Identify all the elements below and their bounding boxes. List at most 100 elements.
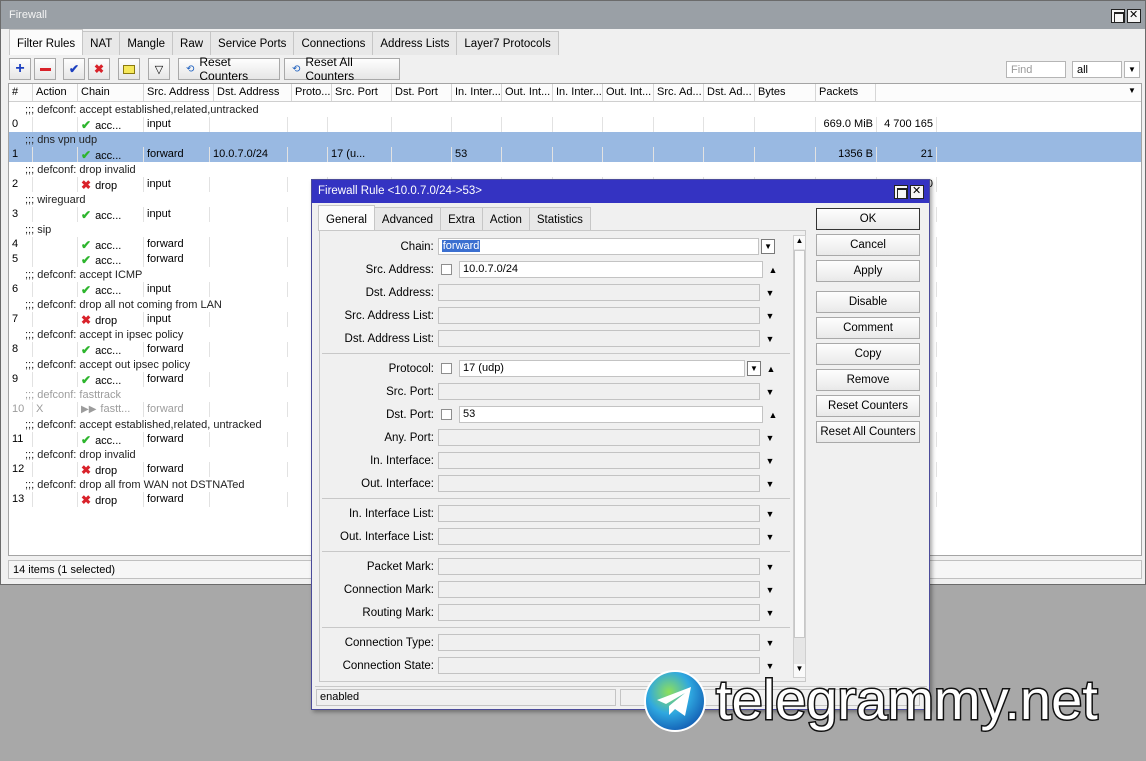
tab-layer7-protocols[interactable]: Layer7 Protocols (456, 31, 559, 55)
column-header[interactable]: Src. Ad... (654, 84, 704, 101)
expand-arrow-icon[interactable]: ▼ (765, 456, 775, 466)
filter-select[interactable]: all (1072, 61, 1122, 78)
close-icon[interactable] (910, 184, 924, 199)
expand-arrow-icon[interactable]: ▼ (765, 509, 775, 519)
dropdown-icon[interactable]: ▼ (761, 239, 776, 254)
find-input[interactable]: Find (1006, 61, 1066, 78)
column-header[interactable]: Src. Address (144, 84, 214, 101)
tab-extra[interactable]: Extra (440, 207, 483, 231)
connection-type-input[interactable] (438, 634, 760, 651)
column-header[interactable]: Chain (78, 84, 144, 101)
negate-checkbox[interactable] (441, 409, 452, 420)
dropdown-icon[interactable]: ▼ (747, 361, 761, 376)
out-interface-input[interactable] (438, 475, 760, 492)
tab-advanced[interactable]: Advanced (373, 207, 442, 231)
ok-button[interactable]: OK (816, 208, 920, 230)
remove-button[interactable]: Remove (816, 369, 920, 391)
tab-filter-rules[interactable]: Filter Rules (9, 29, 84, 55)
comment-button[interactable]: Comment (816, 317, 920, 339)
dst-port-input[interactable]: 53 (459, 406, 763, 423)
table-comment-row[interactable]: ;;; dns vpn udp (9, 132, 1141, 147)
column-header[interactable]: Proto... (292, 84, 332, 101)
expand-arrow-icon[interactable]: ▼ (765, 311, 775, 321)
table-row[interactable]: 0 ✔ acc... input 669.0 MiB 4 700 165 (9, 117, 1141, 132)
cancel-button[interactable]: Cancel (816, 234, 920, 256)
in-interface-input[interactable] (438, 452, 760, 469)
tab-address-lists[interactable]: Address Lists (372, 31, 458, 55)
scroll-up-icon[interactable]: ▲ (794, 236, 805, 249)
disable-button[interactable]: ✖ (88, 58, 110, 80)
column-header[interactable]: In. Inter... (553, 84, 603, 101)
filter-dropdown-icon[interactable]: ▼ (1124, 61, 1140, 78)
expand-arrow-icon[interactable]: ▼ (765, 532, 775, 542)
collapse-arrow-icon[interactable]: ▲ (768, 265, 778, 275)
protocol-input[interactable]: 17 (udp) (459, 360, 745, 377)
column-header[interactable]: Bytes (755, 84, 816, 101)
expand-arrow-icon[interactable]: ▼ (765, 479, 775, 489)
column-header[interactable]: Dst. Ad... (704, 84, 755, 101)
negate-checkbox[interactable] (441, 264, 452, 275)
expand-arrow-icon[interactable]: ▼ (765, 387, 775, 397)
scrollbar[interactable]: ▲ ▼ (793, 235, 806, 678)
reset-all-counters-button[interactable]: Reset All Counters (816, 421, 920, 443)
column-header[interactable]: In. Inter... (452, 84, 502, 101)
src-address-input[interactable]: 10.0.7.0/24 (459, 261, 763, 278)
add-button[interactable]: + (9, 58, 31, 80)
disable-button[interactable]: Disable (816, 291, 920, 313)
maximize-icon[interactable] (1111, 9, 1125, 23)
collapse-arrow-icon[interactable]: ▲ (768, 410, 778, 420)
expand-arrow-icon[interactable]: ▼ (765, 608, 775, 618)
column-header[interactable]: Action (33, 84, 78, 101)
filter-button[interactable]: ▽ (148, 58, 170, 80)
tab-action[interactable]: Action (481, 207, 530, 231)
table-comment-row[interactable]: ;;; defconf: accept established,related,… (9, 102, 1141, 117)
column-header[interactable]: Dst. Address (214, 84, 292, 101)
copy-button[interactable]: Copy (816, 343, 920, 365)
negate-checkbox[interactable] (441, 363, 452, 374)
table-comment-row[interactable]: ;;; defconf: drop invalid (9, 162, 1141, 177)
in-interface-list-input[interactable] (438, 505, 760, 522)
column-header[interactable]: Out. Int... (502, 84, 553, 101)
chain-input[interactable]: forward (437, 238, 760, 255)
tab-service-ports[interactable]: Service Ports (210, 31, 295, 55)
out-interface-list-input[interactable] (438, 528, 760, 545)
expand-arrow-icon[interactable]: ▼ (765, 334, 775, 344)
src-address-list-input[interactable] (438, 307, 760, 324)
close-icon[interactable] (1127, 8, 1141, 23)
columns-menu-icon[interactable]: ▼ (1125, 84, 1141, 101)
reset-counters-button[interactable]: ⟲ Reset Counters (178, 55, 280, 83)
expand-arrow-icon[interactable]: ▼ (765, 585, 775, 595)
column-header[interactable]: Dst. Port (392, 84, 452, 101)
column-header[interactable]: # (9, 84, 33, 101)
any-port-input[interactable] (438, 429, 760, 446)
scroll-thumb[interactable] (794, 250, 805, 638)
packet-mark-input[interactable] (438, 558, 760, 575)
column-header[interactable]: Src. Port (332, 84, 392, 101)
collapse-arrow-icon[interactable]: ▲ (766, 364, 776, 374)
expand-arrow-icon[interactable]: ▼ (765, 288, 775, 298)
src-port-input[interactable] (438, 383, 760, 400)
reset-counters-button[interactable]: Reset Counters (816, 395, 920, 417)
reset-all-counters-button[interactable]: ⟲ Reset All Counters (284, 55, 400, 83)
apply-button[interactable]: Apply (816, 260, 920, 282)
dst-address-list-input[interactable] (438, 330, 760, 347)
dst-address-input[interactable] (438, 284, 760, 301)
tab-general[interactable]: General (318, 205, 375, 231)
tab-connections[interactable]: Connections (293, 31, 374, 55)
remove-button[interactable] (34, 58, 56, 80)
tab-statistics[interactable]: Statistics (528, 207, 591, 231)
expand-arrow-icon[interactable]: ▼ (765, 433, 775, 443)
column-header[interactable]: Packets (816, 84, 876, 101)
expand-arrow-icon[interactable]: ▼ (765, 562, 775, 572)
expand-arrow-icon[interactable]: ▼ (765, 638, 775, 648)
maximize-icon[interactable] (894, 185, 908, 199)
comment-button[interactable] (118, 58, 140, 80)
tab-raw[interactable]: Raw (172, 31, 212, 55)
tab-nat[interactable]: NAT (82, 31, 121, 55)
tab-mangle[interactable]: Mangle (119, 31, 174, 55)
table-row[interactable]: 1 ✔ acc... forward 10.0.7.0/24 17 (u... 53 1356… (9, 147, 1141, 162)
enable-button[interactable]: ✔ (63, 58, 85, 80)
routing-mark-input[interactable] (438, 604, 760, 621)
column-header[interactable]: Out. Int... (603, 84, 654, 101)
connection-mark-input[interactable] (438, 581, 760, 598)
